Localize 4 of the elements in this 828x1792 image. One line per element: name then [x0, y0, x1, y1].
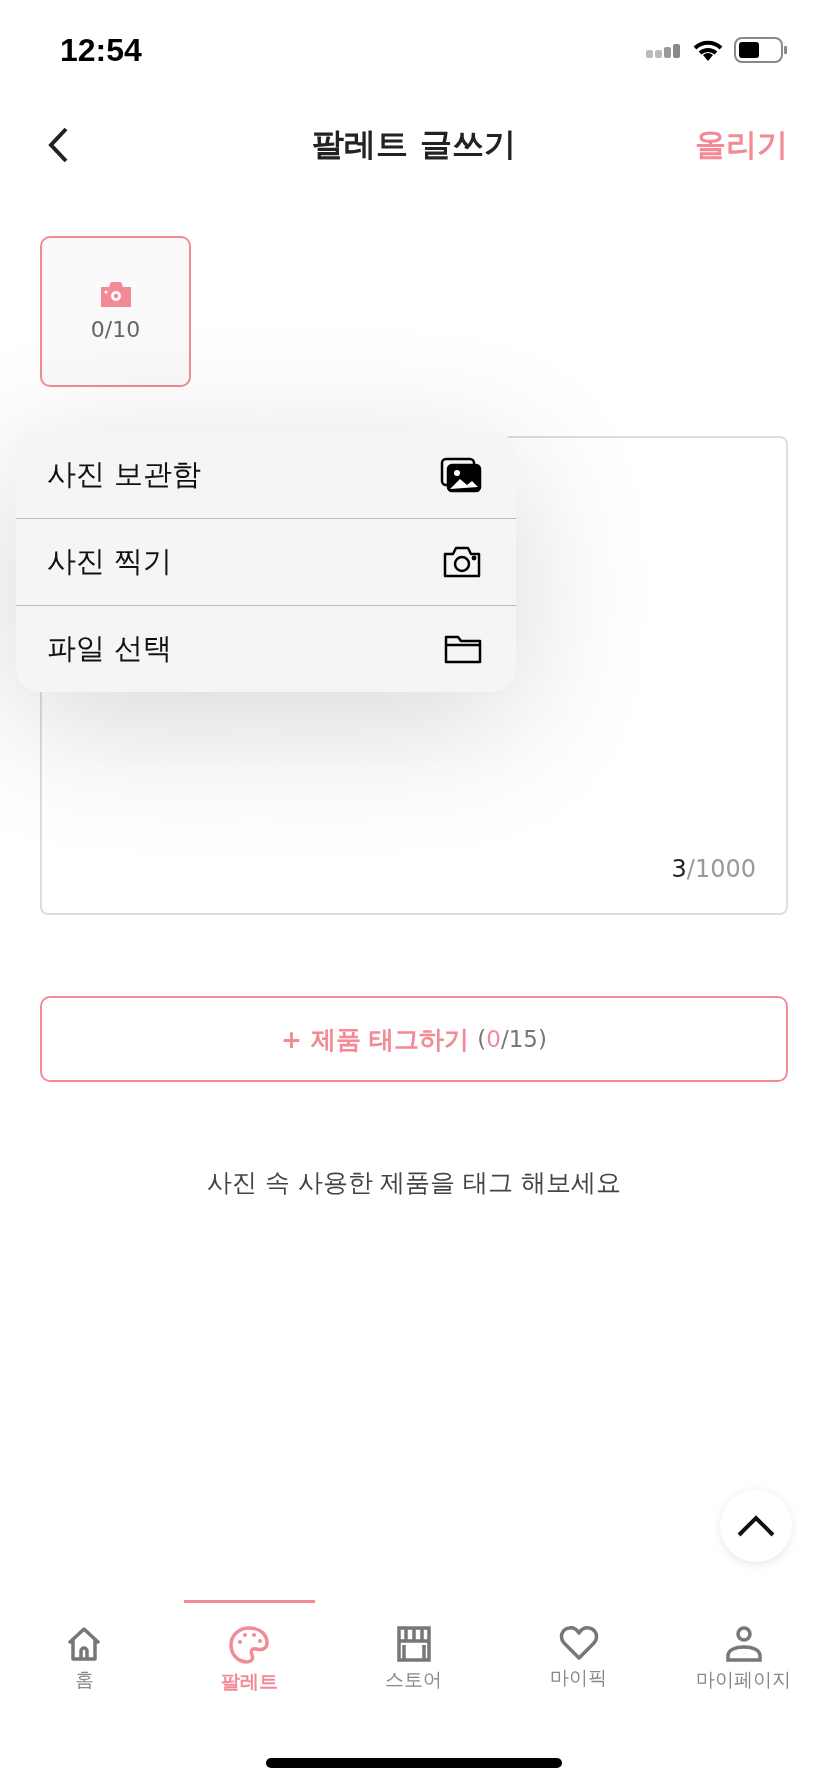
character-counter: 3/1000 [671, 855, 756, 883]
status-time: 12:54 [60, 31, 142, 69]
page-title: 팔레트 글쓰기 [312, 124, 516, 165]
hint-text: 사진 속 사용한 제품을 태그 해보세요 [205, 1167, 623, 1199]
